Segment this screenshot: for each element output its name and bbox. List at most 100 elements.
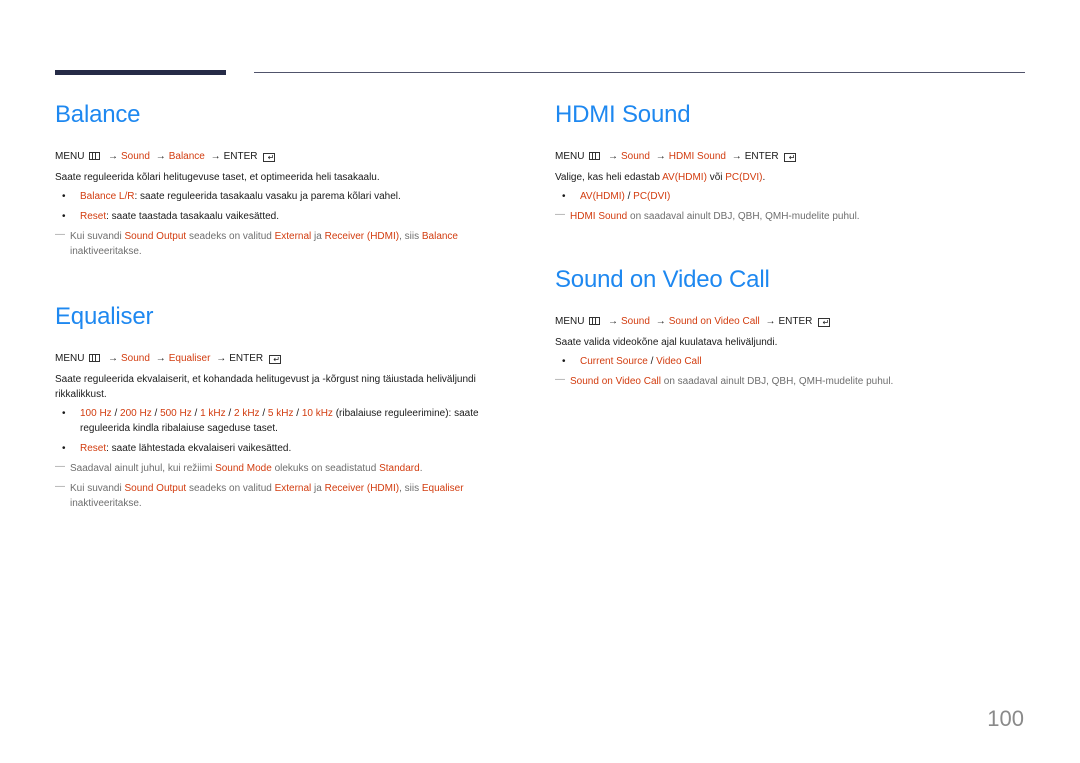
desc-text: . [762, 172, 766, 183]
arrow-icon: → [216, 353, 227, 364]
menu-path: MENU → Sound → HDMI Sound → ENTER ↵ [555, 150, 1025, 164]
note-dash-icon: ― [555, 374, 565, 385]
note-term: Balance [421, 231, 458, 242]
enter-icon: ↵ [784, 153, 797, 162]
band-term: 5 kHz [267, 408, 294, 419]
desc-term: AV(HDMI) [662, 172, 707, 183]
menu-step-sound: Sound [621, 316, 650, 327]
enter-label: ENTER [229, 353, 264, 364]
band-term: 500 Hz [160, 408, 192, 419]
note-dash-icon: ― [55, 481, 65, 492]
left-column: Balance MENU → Sound → Balance → ENTER ↵ Sa… [55, 98, 525, 516]
menu-step-sound: Sound [621, 151, 650, 162]
note-text: inaktiveeritakse. [70, 246, 142, 257]
note-term: Standard [379, 463, 420, 474]
band-term: 10 kHz [301, 408, 333, 419]
separator: / [259, 408, 268, 419]
list-item: • Current Source / Video Call [555, 354, 1025, 369]
menu-step-sound: Sound [121, 353, 150, 364]
note: ― Kui suvandi Sound Output seadeks on val… [55, 229, 525, 259]
note-term: Receiver (HDMI) [324, 231, 400, 242]
section-title: Sound on Video Call [555, 266, 770, 293]
enter-label: ENTER [223, 151, 258, 162]
separator: / [225, 408, 234, 419]
option-term: Reset [80, 211, 107, 222]
option-text: : saate taastada tasakaalu vaikesätted. [106, 211, 280, 222]
section-balance: Balance MENU → Sound → Balance → ENTER ↵ Sa… [55, 98, 525, 259]
note-text: Saadaval ainult juhul, kui režiimi [70, 463, 216, 474]
bullet-icon: • [62, 408, 66, 419]
note-text: , siis [399, 231, 422, 242]
note-term: Sound on Video Call [570, 376, 661, 387]
note-text: ja [311, 483, 325, 494]
desc-text: või [706, 172, 726, 183]
arrow-icon: → [655, 151, 666, 162]
menu-label: MENU [555, 316, 585, 327]
band-term: 200 Hz [120, 408, 152, 419]
note-term: HDMI Sound [570, 211, 628, 222]
enter-label: ENTER [744, 151, 779, 162]
section-title: HDMI Sound [555, 101, 691, 128]
note-dash-icon: ― [55, 229, 65, 240]
note-term: External [274, 231, 312, 242]
option-term: Reset [80, 443, 107, 454]
section-description: Valige, kas heli edastab AV(HDMI) või PC… [555, 170, 1025, 185]
note-term: Sound Output [124, 231, 187, 242]
arrow-icon: → [608, 151, 619, 162]
note-text: seadeks on valitud [186, 483, 275, 494]
section-description: Saate reguleerida ekvalaiserit, et kohan… [55, 374, 476, 400]
note-text: Kui suvandi [70, 231, 125, 242]
note-text: seadeks on valitud [186, 231, 275, 242]
note-dash-icon: ― [555, 209, 565, 220]
note-term: Equaliser [421, 483, 464, 494]
note-term: External [274, 483, 312, 494]
option-term: Video Call [656, 356, 702, 367]
bullet-icon: • [62, 443, 66, 454]
arrow-icon: → [155, 151, 166, 162]
option-term: Current Source [580, 356, 648, 367]
separator: / [191, 408, 201, 419]
note-text: . [419, 463, 423, 474]
note: ― Kui suvandi Sound Output seadeks on val… [55, 481, 525, 511]
note-text: ja [311, 231, 325, 242]
note-term: Receiver (HDMI) [324, 483, 400, 494]
section-description: Saate valida videokõne ajal kuulatava he… [555, 337, 778, 348]
header-rule [254, 72, 1025, 73]
note-text: inaktiveeritakse. [70, 498, 142, 509]
note-dash-icon: ― [55, 461, 65, 472]
option-term: AV(HDMI) [580, 191, 625, 202]
desc-text: Valige, kas heli edastab [555, 172, 663, 183]
arrow-icon: → [608, 316, 619, 327]
menu-step-item: Sound on Video Call [668, 316, 760, 327]
menu-step-item: HDMI Sound [668, 151, 726, 162]
option-term: PC(DVI) [633, 191, 671, 202]
list-item: • AV(HDMI) / PC(DVI) [555, 189, 1025, 204]
section-equaliser: Equaliser MENU → Sound → Equaliser → ENTER … [55, 300, 525, 511]
separator: / [647, 356, 657, 367]
menu-path: MENU → Sound → Sound on Video Call → ENTER … [555, 315, 1025, 329]
enter-icon: ↵ [268, 355, 281, 364]
arrow-icon: → [108, 353, 119, 364]
option-text: : saate reguleerida tasakaalu vasaku ja … [134, 191, 401, 202]
arrow-icon: → [731, 151, 742, 162]
separator: / [624, 191, 634, 202]
page-number: 100 [987, 706, 1024, 731]
separator: / [151, 408, 161, 419]
band-term: 2 kHz [234, 408, 260, 419]
menu-icon [89, 354, 101, 362]
note-text: , siis [399, 483, 422, 494]
note-term: Sound Output [124, 483, 187, 494]
note: ― Saadaval ainult juhul, kui režiimi Soun… [55, 461, 525, 476]
bullet-icon: • [562, 356, 566, 367]
section-hdmi-sound: HDMI Sound MENU → Sound → HDMI Sound → ENTE… [555, 98, 1025, 224]
enter-icon: ↵ [263, 153, 276, 162]
arrow-icon: → [108, 151, 119, 162]
note-text: on saadaval ainult DBJ, QBH, QMH-mudelit… [661, 376, 894, 387]
section-title: Balance [55, 101, 141, 128]
bullet-icon: • [62, 191, 66, 202]
option-list: • Balance L/R: saate reguleerida tasakaal… [55, 189, 525, 224]
menu-label: MENU [55, 151, 85, 162]
note-text: olekuks on seadistatud [271, 463, 380, 474]
header-accent-bar [55, 70, 226, 75]
section-title: Equaliser [55, 303, 154, 330]
